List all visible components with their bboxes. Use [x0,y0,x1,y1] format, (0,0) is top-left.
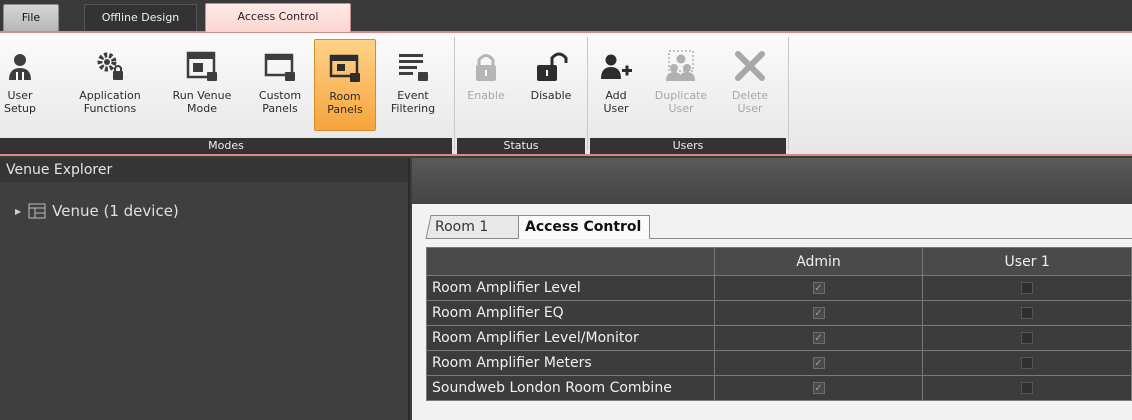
expand-arrow-icon[interactable]: ▶ [15,207,21,216]
user-setup-label: User Setup [3,89,37,115]
user-1-cell [922,275,1132,301]
group-divider [587,37,588,150]
file-tab[interactable]: File [3,4,59,32]
admin-checkbox[interactable]: ✓ [812,282,825,294]
custom-panels-label: Custom Panels [258,89,302,115]
column-header-admin: Admin [713,247,924,276]
group-divider [788,37,789,150]
user-1-checkbox[interactable] [1021,332,1034,344]
application-functions-button[interactable]: Application Functions [68,39,152,131]
admin-checkbox[interactable]: ✓ [812,357,825,369]
add-user-button[interactable]: Add User [594,39,638,131]
user-1-checkbox[interactable] [1021,282,1034,294]
add-user-icon [601,54,632,79]
unlock-icon [537,52,568,81]
table-row: Room Amplifier Level/Monitor ✓ [426,325,1132,351]
room-panels-label: Room Panels [327,90,363,116]
row-label: Room Amplifier Level [426,275,715,301]
column-header-name [426,247,715,276]
status-group: Enable Disable Status [457,33,585,154]
enable-button[interactable]: Enable [459,39,513,131]
admin-checkbox[interactable]: ✓ [812,307,825,319]
user-1-cell [922,300,1132,326]
application-functions-icon [97,52,123,80]
status-caption: Status [457,138,585,154]
lock-icon [476,54,496,81]
table-header-row: Admin User 1 [426,247,1132,276]
main-panel: Room 1 Access Control Admin User 1 Room … [412,158,1132,420]
venue-explorer-title: Venue Explorer [0,158,408,182]
duplicate-user-icon [666,50,695,81]
user-1-cell [922,375,1132,401]
custom-panels-button[interactable]: Custom Panels [250,39,310,131]
user-setup-button[interactable]: User Setup [0,39,40,131]
delete-user-label: Delete User [731,89,769,115]
run-venue-mode-button[interactable]: Run Venue Mode [162,39,242,131]
disable-button[interactable]: Disable [523,39,579,131]
user-1-cell [922,350,1132,376]
modes-caption: Modes [0,138,452,154]
duplicate-user-label: Duplicate User [654,89,708,115]
access-control-table: Admin User 1 Room Amplifier Level ✓ Room… [426,247,1132,401]
table-row: Room Amplifier Meters ✓ [426,350,1132,376]
column-header-user-1: User 1 [922,247,1132,276]
users-group: Add User Duplicate User Delete User User… [590,33,786,154]
application-functions-label: Application Functions [79,89,141,115]
admin-cell: ✓ [713,300,924,326]
admin-cell: ✓ [713,325,924,351]
modes-group: User Setup Application Functions Run Ven… [0,33,452,154]
offline-design-tab[interactable]: Offline Design [84,4,197,32]
disable-label: Disable [530,89,572,102]
add-user-label: Add User [603,89,629,115]
user-1-cell [922,325,1132,351]
row-label: Room Amplifier Level/Monitor [426,325,715,351]
run-venue-mode-icon [186,51,217,81]
user-1-checkbox[interactable] [1021,307,1034,319]
ribbon: User Setup Application Functions Run Ven… [0,31,1132,156]
event-filtering-icon [399,54,428,81]
row-label: Soundweb London Room Combine [426,375,715,401]
event-filtering-label: Event Filtering [390,89,436,115]
main-header-band [412,158,1132,204]
room-panels-icon [329,54,360,82]
table-row: Room Amplifier Level ✓ [426,275,1132,301]
row-label: Room Amplifier Meters [426,350,715,376]
row-label: Room Amplifier EQ [426,300,715,326]
admin-checkbox[interactable]: ✓ [812,332,825,344]
admin-cell: ✓ [713,350,924,376]
venue-tree-label: Venue (1 device) [52,202,179,220]
user-1-checkbox[interactable] [1021,382,1034,394]
custom-panels-icon [264,53,295,81]
enable-label: Enable [467,89,505,102]
tab-room-1-label: Room 1 [435,219,489,235]
venue-explorer-panel: Venue Explorer ▶ Venue (1 device) [0,158,410,420]
delete-user-button[interactable]: Delete User [724,39,776,131]
table-row: Soundweb London Room Combine ✓ [426,375,1132,401]
room-panels-button[interactable]: Room Panels [314,39,376,131]
venue-icon [28,203,46,219]
table-row: Room Amplifier EQ ✓ [426,300,1132,326]
admin-cell: ✓ [713,375,924,401]
venue-tree-item[interactable]: ▶ Venue (1 device) [15,202,179,220]
admin-checkbox[interactable]: ✓ [812,382,825,394]
menu-bar: File Offline Design Access Control [0,0,1132,33]
group-divider [454,37,455,150]
access-control-tab[interactable]: Access Control [205,3,351,33]
users-caption: Users [590,138,786,154]
tab-access-control[interactable]: Access Control [518,215,650,239]
user-setup-icon [9,54,31,80]
delete-user-icon [735,51,765,81]
event-filtering-button[interactable]: Event Filtering [384,39,442,131]
user-1-checkbox[interactable] [1021,357,1034,369]
run-venue-mode-label: Run Venue Mode [172,89,232,115]
admin-cell: ✓ [713,275,924,301]
duplicate-user-button[interactable]: Duplicate User [648,39,714,131]
